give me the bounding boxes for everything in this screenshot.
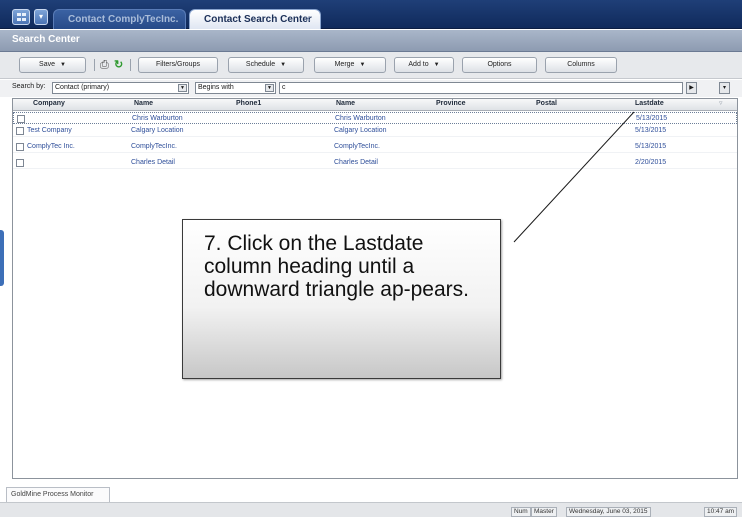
- status-num: Num: [511, 507, 531, 517]
- row-checkbox[interactable]: [16, 143, 24, 151]
- column-header-lastdate[interactable]: Lastdate: [635, 100, 664, 107]
- cell-name-2: Charles Detail: [334, 159, 378, 166]
- tab-contact-search-center[interactable]: Contact Search Center ×: [189, 9, 321, 29]
- table-row[interactable]: Test Company Calgary Location Calgary Lo…: [13, 125, 737, 137]
- table-row[interactable]: Charles Detail Charles Detail 2/20/2015: [13, 157, 737, 169]
- table-row[interactable]: ComplyTec Inc. ComplyTecInc. ComplyTecIn…: [13, 141, 737, 153]
- search-bar: Search by: Contact (primary) ▼ Begins wi…: [0, 80, 742, 97]
- cell-lastdate: 5/13/2015: [635, 143, 667, 150]
- instruction-callout: 7. Click on the Lastdate column heading …: [182, 219, 501, 379]
- cell-company: ComplyTec Inc.: [27, 143, 75, 150]
- row-checkbox[interactable]: [17, 115, 25, 123]
- toolbar-divider: [130, 59, 131, 71]
- page-title: Search Center: [12, 34, 80, 45]
- add-to-button[interactable]: Add to ▼: [394, 57, 454, 73]
- cell-name: Calgary Location: [131, 127, 184, 134]
- cell-name-2: Chris Warburton: [335, 115, 386, 122]
- cell-name: Chris Warburton: [132, 115, 183, 122]
- tab-label: Contact Search Center: [204, 14, 312, 25]
- cell-name: Charles Detail: [131, 159, 175, 166]
- close-icon[interactable]: ×: [305, 10, 311, 30]
- process-monitor-label: GoldMine Process Monitor: [11, 491, 94, 498]
- column-header-company[interactable]: Company: [33, 100, 65, 107]
- filters-groups-label: Filters/Groups: [156, 61, 200, 68]
- status-bar: Num Master Wednesday, June 03, 2015 10:4…: [0, 502, 742, 517]
- cell-name-2: ComplyTecInc.: [334, 143, 380, 150]
- tab-strip: ▾ Contact ComplyTecInc. Contact Search C…: [0, 0, 742, 29]
- grid-header: Company Name Phone1 Name Province Postal…: [13, 99, 737, 111]
- column-header-name[interactable]: Name: [134, 100, 153, 107]
- printer-icon[interactable]: ⎙: [100, 58, 109, 72]
- columns-label: Columns: [567, 61, 595, 68]
- chevron-down-icon: ▼: [433, 62, 440, 68]
- process-monitor-tab[interactable]: GoldMine Process Monitor: [6, 487, 110, 502]
- merge-label: Merge: [334, 61, 355, 68]
- cell-lastdate: 2/20/2015: [635, 159, 667, 166]
- search-operator-select[interactable]: Begins with ▼: [195, 82, 276, 94]
- schedule-button[interactable]: Schedule ▼: [228, 57, 304, 73]
- cell-name-2: Calgary Location: [334, 127, 387, 134]
- cell-company: Test Company: [27, 127, 72, 134]
- search-operator-value: Begins with: [198, 84, 234, 91]
- tab-menu-icon[interactable]: ▾: [34, 9, 48, 25]
- status-time: 10:47 am: [704, 507, 738, 517]
- tab-label: Contact ComplyTecInc.: [68, 14, 179, 25]
- chevron-down-icon[interactable]: ▼: [178, 84, 187, 92]
- columns-button[interactable]: Columns: [545, 57, 617, 73]
- chevron-down-icon: ▼: [280, 62, 287, 68]
- sort-triangle-icon: ▿: [719, 100, 723, 107]
- search-field-select[interactable]: Contact (primary) ▼: [52, 82, 189, 94]
- tab-contact-complytec[interactable]: Contact ComplyTecInc.: [53, 9, 186, 29]
- save-button[interactable]: Save ▼: [19, 57, 86, 73]
- search-by-label: Search by:: [12, 83, 46, 90]
- options-button[interactable]: Options: [462, 57, 537, 73]
- filters-groups-button[interactable]: Filters/Groups: [138, 57, 218, 73]
- save-label: Save: [39, 61, 55, 68]
- cell-lastdate: 5/13/2015: [636, 115, 668, 122]
- app-grid-icon[interactable]: [12, 9, 30, 25]
- add-to-label: Add to: [408, 61, 429, 68]
- cell-name: ComplyTecInc.: [131, 143, 177, 150]
- row-checkbox[interactable]: [16, 127, 24, 135]
- refresh-icon[interactable]: ↻: [114, 58, 123, 72]
- table-row[interactable]: Chris Warburton Chris Warburton 5/13/201…: [13, 112, 737, 124]
- column-header-phone1[interactable]: Phone1: [236, 100, 261, 107]
- status-date: Wednesday, June 03, 2015: [566, 507, 651, 517]
- search-input-value: c: [282, 84, 286, 91]
- search-go-icon[interactable]: ▶: [686, 82, 697, 94]
- page-title-bar: Search Center: [0, 30, 742, 52]
- toolbar: Save ▼ ⎙ ↻ Filters/Groups Schedule ▼ Merge…: [0, 52, 742, 79]
- column-header-postal[interactable]: Postal: [536, 100, 557, 107]
- status-master: Master: [531, 507, 557, 517]
- chevron-down-icon: ▼: [359, 62, 366, 68]
- cell-lastdate: 5/13/2015: [635, 127, 667, 134]
- merge-button[interactable]: Merge ▼: [314, 57, 386, 73]
- search-input[interactable]: c: [279, 82, 683, 94]
- search-field-value: Contact (primary): [55, 84, 110, 91]
- toolbar-divider: [94, 59, 95, 71]
- chevron-down-icon: ▼: [60, 62, 66, 68]
- column-header-province[interactable]: Province: [436, 100, 466, 107]
- row-checkbox[interactable]: [16, 159, 24, 167]
- chevron-down-icon[interactable]: ▼: [265, 84, 274, 92]
- side-panel-handle[interactable]: [0, 230, 4, 286]
- search-options-icon[interactable]: ▾: [719, 82, 730, 94]
- callout-text: 7. Click on the Lastdate column heading …: [204, 232, 469, 301]
- options-label: Options: [487, 61, 512, 68]
- schedule-label: Schedule: [245, 61, 276, 68]
- column-header-name-2[interactable]: Name: [336, 100, 355, 107]
